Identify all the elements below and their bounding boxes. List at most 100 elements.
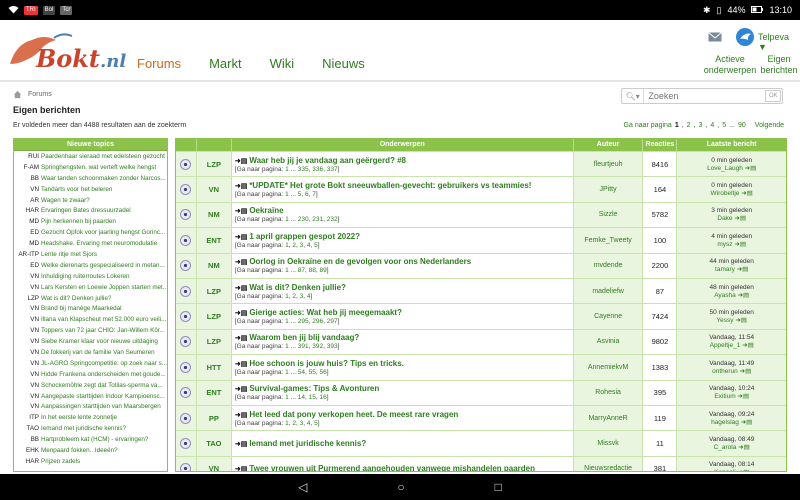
topic-title[interactable]: ➜▤ Iemand met juridische kennis? [235, 439, 366, 448]
topic-title-text[interactable]: Iemand met juridische kennis? [249, 439, 366, 448]
topic-category[interactable]: NM [196, 202, 232, 228]
topic-category[interactable]: LZP [196, 329, 232, 355]
topic-link[interactable]: Headshake. Ervaring met neuromodulatie [41, 240, 157, 247]
topic-page-link[interactable]: 232 [327, 216, 338, 223]
goto-last-post-icon[interactable]: ➜▤ [736, 292, 750, 299]
topic-page-link[interactable]: 1 [285, 293, 289, 300]
topic-link[interactable]: Aanpassingen starttijden van Maarsbergen [41, 403, 161, 410]
topic-page-link[interactable]: 54 [298, 369, 305, 376]
topic-author[interactable]: madeliefw [573, 278, 644, 304]
goto-last-post-icon[interactable]: ➜▤ [736, 469, 750, 471]
topic-page-link[interactable]: 1 [285, 343, 289, 350]
topic-page-link[interactable]: 4 [307, 293, 311, 300]
topic-category[interactable]: VN [196, 456, 232, 471]
list-item[interactable]: MD Headshake. Ervaring met neuromodulatie [14, 238, 167, 249]
topic-page-link[interactable]: 1 [285, 166, 289, 173]
last-post-user[interactable]: Wirobeltje ➜▤ [711, 189, 753, 197]
last-post-user[interactable]: Yessy ➜▤ [716, 316, 747, 324]
topic-link[interactable]: Inhuldiging ruiterroutes Lokeren [41, 273, 130, 280]
topic-category[interactable]: ENT [196, 228, 232, 253]
topic-page-link[interactable]: 16 [319, 394, 326, 401]
topic-link[interactable]: Siebe Kramer klaar voor nieuwe uitdaging [41, 338, 158, 345]
topic-title[interactable]: ➜▤ Hoe schoon is jouw huis? Tips en trick… [235, 359, 404, 368]
topic-page-link[interactable]: 7 [312, 191, 316, 198]
topic-title-text[interactable]: Wat is dit? Denken jullie? [249, 283, 346, 292]
pager-page-2[interactable]: 2 [687, 122, 691, 129]
topic-category[interactable]: TAO [196, 431, 232, 456]
topic-title-text[interactable]: Oekraïne [249, 206, 283, 215]
topic-author[interactable]: AnnemiekvM [573, 355, 644, 380]
topic-page-link[interactable]: 5 [298, 191, 302, 198]
topic-page-link[interactable]: 1 [285, 369, 289, 376]
topic-category[interactable]: LZP [196, 304, 232, 329]
topic-link[interactable]: Ervaringen Bates dressuurzadel [41, 207, 131, 214]
topic-page-link[interactable]: 1 [285, 267, 289, 274]
topic-title[interactable]: ➜▤ Het leed dat pony verkopen heet. De me… [235, 410, 458, 419]
pager-page-4[interactable]: 4 [710, 122, 714, 129]
pager-page-5[interactable]: 5 [722, 122, 726, 129]
topic-link[interactable]: De fokkerij van de familie Van Seumeren [41, 349, 155, 356]
last-post-user-name[interactable]: mysz [717, 241, 732, 248]
goto-last-post-icon[interactable]: ➜▤ [735, 266, 749, 273]
topic-author[interactable]: Sizzle [573, 202, 644, 228]
list-item[interactable]: AR-ITP Lente ritje met Sjors [14, 249, 167, 260]
last-post-user[interactable]: Exitium ➜▤ [714, 392, 749, 400]
list-item[interactable]: VN De fokkerij van de familie Van Seumere… [14, 347, 167, 358]
nav-wiki[interactable]: Wiki [270, 56, 295, 71]
topic-page-link[interactable]: 231 [312, 216, 323, 223]
topic-page-link[interactable]: 3 [300, 242, 304, 249]
topic-author[interactable]: fleurtjeuh [573, 152, 644, 177]
topic-page-link[interactable]: 2 [292, 420, 296, 427]
goto-last-post-icon[interactable]: ➜▤ [733, 215, 746, 222]
topic-page-link[interactable]: 1 [285, 394, 289, 401]
topic-title[interactable]: ➜▤ Twee vrouwen uit Purmerend aangehouden… [235, 464, 535, 471]
pager-page-last[interactable]: 90 [738, 122, 746, 129]
topic-link[interactable]: Welke dierenarts gespecialiseerd in meta… [41, 262, 165, 269]
topic-title[interactable]: ➜▤ Gierige acties: Wat heb jij meegemaakt… [235, 308, 402, 317]
new-post-icon[interactable]: ➜▤ [235, 310, 247, 317]
goto-last-post-icon[interactable]: ➜▤ [736, 393, 749, 400]
list-item[interactable]: EHK Menpaard fokken.. Ideeën? [14, 445, 167, 456]
topic-link[interactable]: In het eerste lente zonnetje [41, 414, 117, 421]
last-post-user[interactable]: Love_Laugh ➜▤ [707, 164, 756, 172]
topic-author[interactable]: Cayenne [573, 304, 644, 329]
pager-page-3[interactable]: 3 [699, 122, 703, 129]
topic-link[interactable]: Menpaard fokken.. Ideeën? [41, 447, 118, 454]
new-post-icon[interactable]: ➜▤ [235, 234, 247, 241]
last-post-user[interactable]: mysz ➜▤ [717, 240, 746, 248]
list-item[interactable]: VN Hidde Frankena onderscheiden met goude… [14, 369, 167, 380]
topic-page-link[interactable]: 4 [307, 242, 311, 249]
topic-page-link[interactable]: 1 [285, 191, 289, 198]
list-item[interactable]: VN Siebe Kramer klaar voor nieuwe uitdagi… [14, 336, 167, 347]
topic-link[interactable]: Prijzen zadels [41, 458, 80, 465]
topic-page-link[interactable]: 2 [292, 242, 296, 249]
topic-title-text[interactable]: Waar heb jij je vandaag aan geërgerd? #8 [249, 156, 406, 165]
list-item[interactable]: ED Welke dierenarts gespecialiseerd in me… [14, 260, 167, 271]
list-item[interactable]: BB Waar tanden schoonmaken zonder Narcos.… [14, 173, 167, 184]
topic-link[interactable]: Aangepaste starttijden Indoor Kampioensc… [41, 393, 165, 400]
topic-page-link[interactable]: 1 [285, 318, 289, 325]
new-post-icon[interactable]: ➜▤ [235, 466, 247, 471]
list-item[interactable]: VN Schockemöhle zegt dat Totilas-sperma v… [14, 380, 167, 391]
new-post-icon[interactable]: ➜▤ [235, 208, 247, 215]
breadcrumb-forums[interactable]: Forums [28, 91, 52, 98]
topic-title[interactable]: ➜▤ *UPDATE* Het grote Bokt sneeuwballen-g… [235, 181, 532, 190]
new-post-icon[interactable]: ➜▤ [235, 386, 247, 393]
goto-last-post-icon[interactable]: ➜▤ [739, 190, 753, 197]
topic-link[interactable]: Toppers van 72 jaar CHIO: Jan-Willem Kör… [41, 327, 165, 334]
topic-page-link[interactable]: 55 [309, 369, 316, 376]
topic-link[interactable]: Gezocht Opfok voor jaarling hengst Gorin… [41, 229, 165, 236]
topic-page-link[interactable]: 336 [312, 166, 323, 173]
topic-title[interactable]: ➜▤ Survival-games: Tips & Avonturen [235, 384, 379, 393]
topic-link[interactable]: Pijn herkennen bij paarden [41, 218, 116, 225]
goto-last-post-icon[interactable]: ➜▤ [733, 241, 746, 248]
mail-icon[interactable] [708, 32, 722, 42]
topic-page-link[interactable]: 1 [285, 216, 289, 223]
topic-category[interactable]: LZP [196, 278, 232, 304]
last-post-user-name[interactable]: C_arola [714, 444, 737, 451]
topic-page-link[interactable]: 297 [327, 318, 338, 325]
list-item[interactable]: HAR Ervaringen Bates dressuurzadel [14, 205, 167, 216]
topic-page-link[interactable]: 88 [309, 267, 316, 274]
new-post-icon[interactable]: ➜▤ [235, 361, 247, 368]
topic-link[interactable]: Iemand met juridische kennis? [41, 425, 126, 432]
